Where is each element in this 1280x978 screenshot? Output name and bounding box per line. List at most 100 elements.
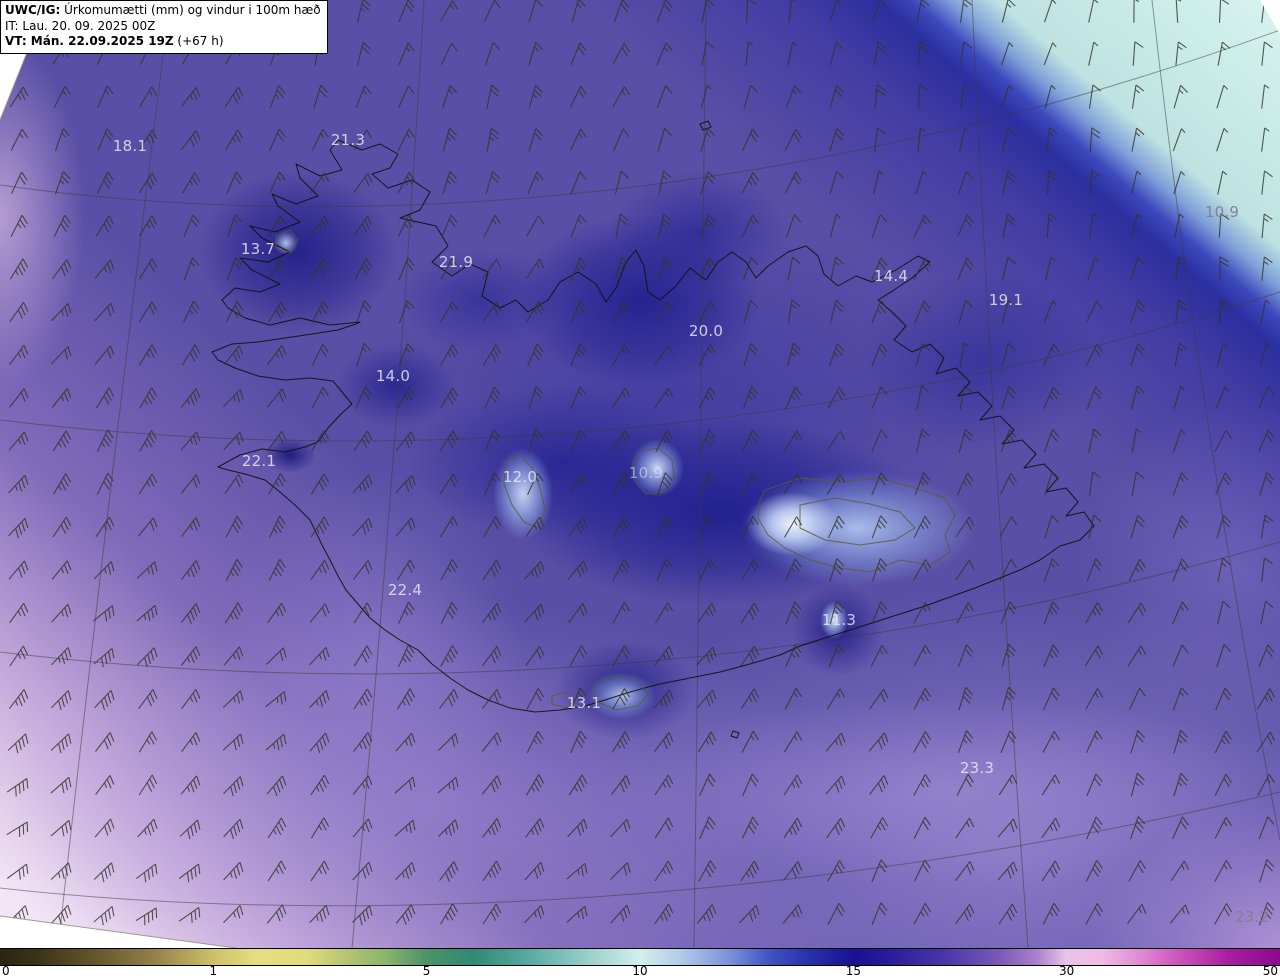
wind-barb <box>180 603 201 625</box>
wind-barb <box>1001 42 1014 66</box>
wind-barb <box>440 42 458 66</box>
wind-barb <box>784 171 802 194</box>
wind-barb <box>309 603 330 623</box>
wind-barb <box>1216 342 1228 367</box>
wind-barb <box>654 732 674 752</box>
wind-barb <box>310 817 330 839</box>
wind-barb <box>699 773 716 797</box>
wind-barb <box>225 301 243 323</box>
wind-barb <box>223 646 244 666</box>
wind-barb <box>135 907 158 926</box>
wind-barb <box>1175 41 1187 66</box>
wind-barb <box>1043 601 1060 625</box>
wind-barb <box>830 256 844 281</box>
wind-barb <box>1046 213 1058 238</box>
top-right-wedge <box>1260 0 1280 34</box>
wind-barb <box>787 256 801 281</box>
wind-barb <box>1001 85 1014 109</box>
wind-barb <box>1217 557 1231 582</box>
wind-barb <box>570 257 587 281</box>
wind-barb <box>570 214 587 238</box>
wind-barb <box>354 257 372 280</box>
wind-barb <box>1089 127 1101 152</box>
wind-barb <box>352 861 373 881</box>
wind-barb <box>183 257 200 281</box>
wind-barb <box>265 647 287 665</box>
wind-barb <box>653 646 674 666</box>
wind-barb <box>1131 428 1141 453</box>
wind-barb <box>700 171 716 195</box>
wind-barb <box>1088 428 1102 453</box>
wind-barb <box>481 818 502 838</box>
wind-barb <box>437 733 459 751</box>
wind-barb <box>871 859 888 883</box>
wind-barb <box>570 128 587 152</box>
wind-barb <box>525 818 545 838</box>
wind-barb <box>1258 386 1275 410</box>
wind-barb <box>138 689 158 710</box>
wind-barb <box>913 688 931 710</box>
wind-barb <box>612 43 631 65</box>
meridian-line <box>971 0 1029 948</box>
wind-barb <box>1045 256 1056 281</box>
wind-barb <box>437 776 459 794</box>
wind-barb <box>97 128 114 152</box>
wind-barb <box>1084 645 1104 667</box>
wind-barb <box>827 860 846 882</box>
wind-barb <box>1130 730 1146 754</box>
wind-barb <box>50 819 72 837</box>
wind-barb <box>1215 386 1229 410</box>
wind-barb <box>654 774 674 796</box>
wind-barb <box>1261 84 1270 109</box>
wind-barb <box>223 905 244 924</box>
wind-barb <box>1129 816 1146 840</box>
wind-barb <box>569 645 587 667</box>
wind-barb <box>743 84 758 109</box>
wind-barb <box>310 473 330 495</box>
wind-barb <box>1043 687 1060 711</box>
wind-barb <box>999 516 1018 538</box>
wind-barb <box>654 817 674 839</box>
wind-barb <box>784 516 803 538</box>
wind-barb <box>223 861 244 881</box>
wind-barb <box>615 213 629 238</box>
wind-barb <box>528 0 544 23</box>
wind-barb <box>1000 429 1017 453</box>
wind-barb <box>95 775 115 796</box>
title-line-valid-time: VT: Mán. 22.09.2025 19Z (+67 h) <box>5 34 321 50</box>
wind-barb <box>785 601 802 625</box>
wind-barb <box>829 128 845 152</box>
wind-barb <box>6 778 29 797</box>
wind-barb <box>353 645 373 667</box>
wind-barb <box>310 860 330 882</box>
wind-barb <box>9 301 29 323</box>
wind-barb <box>741 172 759 194</box>
glacier-outlines <box>275 229 956 711</box>
wind-barb <box>1001 342 1016 367</box>
wind-barb <box>653 689 674 709</box>
wind-barb <box>741 472 759 495</box>
wind-barb <box>917 127 926 152</box>
wind-barb <box>353 215 373 237</box>
wind-barb <box>309 905 330 924</box>
wind-barb <box>566 905 588 923</box>
wind-barb <box>528 429 544 453</box>
wind-barb <box>742 128 759 152</box>
wind-barb <box>356 41 371 66</box>
wind-barb <box>915 171 928 195</box>
wind-barb <box>656 558 673 582</box>
wind-barb <box>225 516 243 538</box>
wind-barb <box>742 214 759 238</box>
wind-barb <box>700 515 716 539</box>
wind-barb <box>657 515 673 539</box>
wind-barb <box>656 85 673 109</box>
wind-barb <box>739 905 760 924</box>
wind-barb <box>268 473 286 495</box>
wind-barb <box>181 560 201 580</box>
wind-barb <box>526 215 545 237</box>
wind-barb <box>1258 644 1275 668</box>
wind-barb <box>483 516 502 538</box>
wind-barb <box>741 816 759 839</box>
wind-barb <box>1041 774 1061 796</box>
wind-barb <box>1044 515 1060 539</box>
